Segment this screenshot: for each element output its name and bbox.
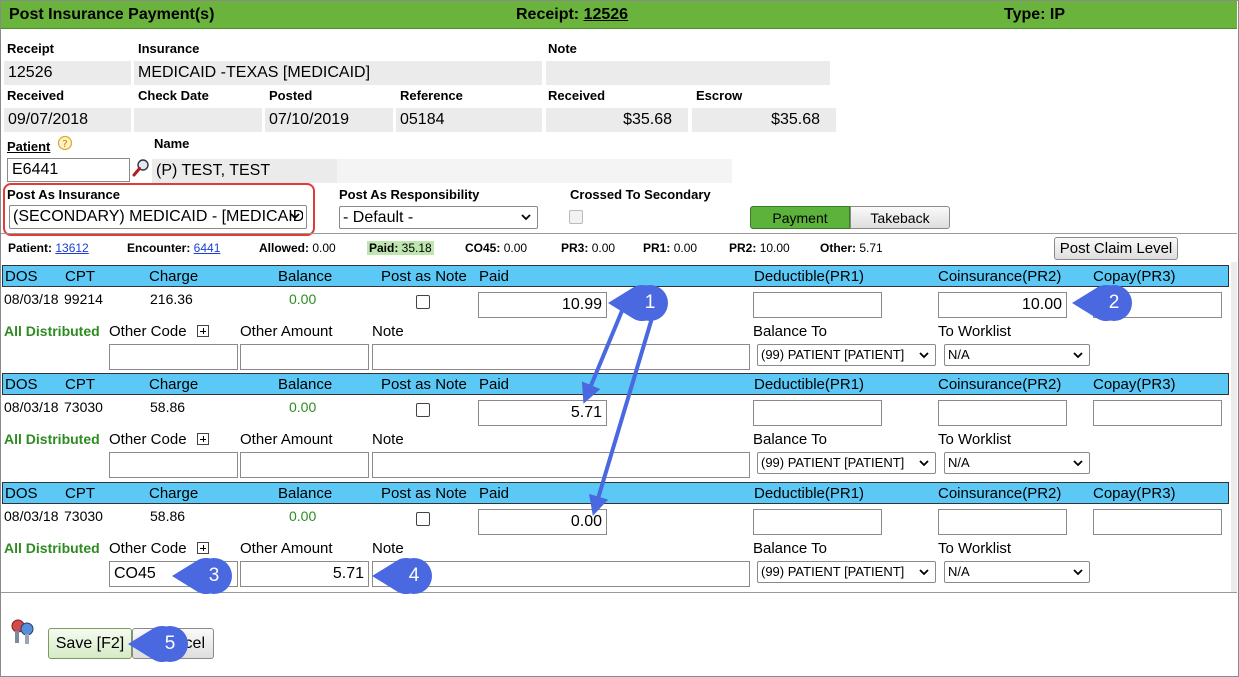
callout-3: 3 [172,558,234,594]
callout-5: 5 [128,626,190,662]
callout-2: 2 [1072,285,1134,321]
arrow-1-to-line-3 [589,317,654,516]
callout-4: 4 [372,558,434,594]
callout-1: 1 [608,285,670,321]
